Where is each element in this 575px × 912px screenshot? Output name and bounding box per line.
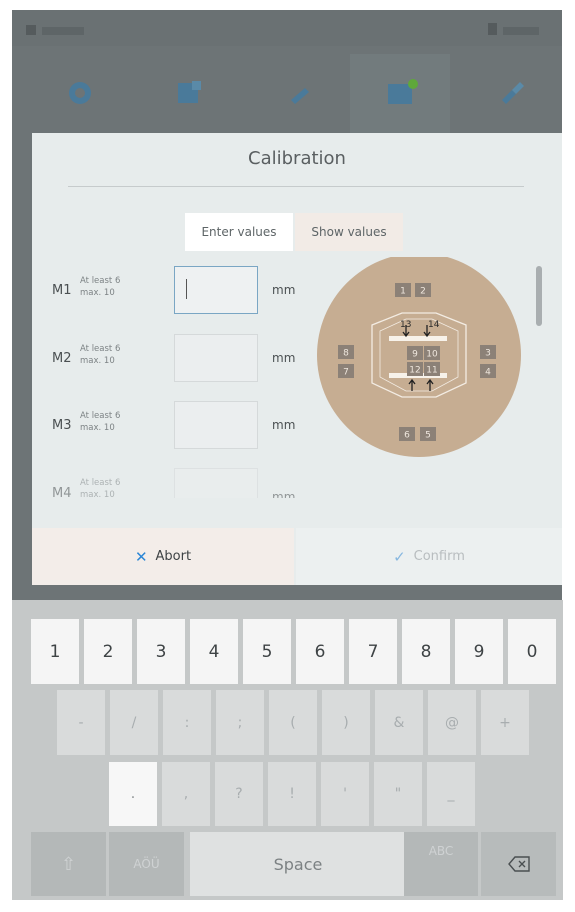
key-6[interactable]: 6 bbox=[296, 619, 344, 684]
backspace-icon bbox=[507, 856, 530, 872]
confirm-button[interactable]: ✓ Confirm bbox=[296, 528, 562, 585]
m3-label: M3 bbox=[52, 418, 72, 433]
link-icon bbox=[502, 82, 524, 104]
key-punct-4[interactable]: ' bbox=[321, 762, 369, 826]
m4-input[interactable] bbox=[174, 468, 258, 498]
dialog-title: Calibration bbox=[248, 148, 346, 169]
scrollbar[interactable] bbox=[536, 266, 542, 326]
m4-unit: mm bbox=[272, 490, 296, 498]
abort-button[interactable]: ✕ Abort bbox=[32, 528, 294, 585]
key-symbol-6[interactable]: & bbox=[375, 690, 423, 755]
tab-show-values[interactable]: Show values bbox=[295, 213, 403, 251]
nav-item-settings[interactable] bbox=[30, 54, 130, 138]
on-screen-keyboard: 1 2 3 4 5 6 7 8 9 0 - /:;() & @ +.,?! ' " _ ⇧ AÖÜ Space ABC bbox=[12, 600, 563, 900]
key-5[interactable]: 5 bbox=[243, 619, 291, 684]
m1-hint: At least 6 max. 10 bbox=[80, 276, 121, 298]
measurement-row-m4: M4 At least 6 max. 10 mm bbox=[32, 468, 312, 498]
point-label-p8: 8 bbox=[343, 349, 349, 359]
title-divider bbox=[68, 186, 524, 187]
shift-key[interactable]: ⇧ bbox=[31, 832, 106, 896]
key-symbol-1[interactable]: / bbox=[110, 690, 158, 755]
umlaut-key[interactable]: AÖÜ bbox=[109, 832, 184, 896]
nav-item-link[interactable] bbox=[462, 54, 562, 138]
network-icon bbox=[26, 25, 36, 35]
nav-item-tool[interactable] bbox=[250, 54, 350, 138]
point-label-p3: 3 bbox=[485, 349, 491, 359]
point-label-p10: 10 bbox=[426, 350, 438, 360]
m1-unit: mm bbox=[272, 283, 296, 297]
m2-input[interactable] bbox=[174, 334, 258, 382]
point-label-p1: 1 bbox=[400, 287, 406, 297]
key-8[interactable]: 8 bbox=[402, 619, 450, 684]
network-label bbox=[42, 26, 84, 35]
nav-item-edit[interactable] bbox=[140, 54, 240, 138]
measurement-row-m3: M3 At least 6 max. 10 mm bbox=[32, 401, 312, 451]
measurement-row-m1: M1 At least 6 max. 10 mm bbox=[32, 266, 312, 316]
key-symbol-3[interactable]: ; bbox=[216, 690, 264, 755]
abc-key[interactable]: ABC bbox=[404, 832, 478, 896]
key-punct-5[interactable]: " bbox=[374, 762, 422, 826]
point-label-p5: 5 bbox=[425, 431, 431, 441]
calibration-icon bbox=[388, 79, 418, 104]
point-label-p11: 11 bbox=[426, 366, 437, 376]
nav-item-calibration[interactable] bbox=[350, 54, 450, 138]
key-9[interactable]: 9 bbox=[455, 619, 503, 684]
m3-hint: At least 6 max. 10 bbox=[80, 411, 121, 433]
measurement-row-m2: M2 At least 6 max. 10 mm bbox=[32, 334, 312, 384]
m2-label: M2 bbox=[52, 351, 72, 366]
measure-bar-top bbox=[389, 336, 447, 341]
key-punct-6[interactable]: _ bbox=[427, 762, 475, 826]
m2-unit: mm bbox=[272, 351, 296, 365]
key-symbol-5[interactable]: ) bbox=[322, 690, 370, 755]
battery-icon bbox=[488, 23, 497, 35]
key-punct-3[interactable]: ! bbox=[268, 762, 316, 826]
calibration-dialog: Calibration Enter values Show values M1 … bbox=[32, 133, 562, 585]
status-bar bbox=[12, 10, 562, 46]
m4-label: M4 bbox=[52, 486, 72, 498]
key-symbol-0[interactable]: - bbox=[57, 690, 105, 755]
key-symbol-8[interactable]: + bbox=[481, 690, 529, 755]
tab-enter-values[interactable]: Enter values bbox=[185, 213, 293, 251]
check-icon: ✓ bbox=[393, 547, 406, 566]
point-label-p2: 2 bbox=[420, 287, 426, 297]
edit-icon bbox=[178, 81, 201, 103]
measurement-diagram: 1 2345678 9 101112 13 14 bbox=[317, 257, 521, 457]
m4-hint: At least 6 max. 10 bbox=[80, 478, 121, 498]
close-icon: ✕ bbox=[134, 547, 148, 566]
key-symbol-2[interactable]: : bbox=[163, 690, 211, 755]
m1-label: M1 bbox=[52, 283, 72, 298]
point-label-p14: 14 bbox=[428, 320, 440, 330]
point-label-p6: 6 bbox=[404, 431, 410, 441]
key-2[interactable]: 2 bbox=[84, 619, 132, 684]
point-label-p9: 9 bbox=[412, 350, 418, 360]
backspace-key[interactable] bbox=[481, 832, 556, 896]
point-label-p4: 4 bbox=[485, 368, 491, 378]
clock-label bbox=[503, 26, 539, 35]
key-1[interactable]: 1 bbox=[31, 619, 79, 684]
key-4[interactable]: 4 bbox=[190, 619, 238, 684]
key-0[interactable]: 0 bbox=[508, 619, 556, 684]
point-label-p7: 7 bbox=[343, 368, 349, 378]
key-3[interactable]: 3 bbox=[137, 619, 185, 684]
text-caret bbox=[186, 279, 187, 299]
tool-icon bbox=[291, 88, 309, 104]
m2-hint: At least 6 max. 10 bbox=[80, 344, 121, 366]
m3-input[interactable] bbox=[174, 401, 258, 449]
space-key[interactable]: Space bbox=[190, 832, 406, 896]
key-symbol-7[interactable]: @ bbox=[428, 690, 476, 755]
shift-icon: ⇧ bbox=[60, 853, 77, 875]
main-navigation bbox=[12, 54, 562, 138]
gear-icon bbox=[69, 82, 91, 104]
key-punct-2[interactable]: ? bbox=[215, 762, 263, 826]
key-punct-1[interactable]: , bbox=[162, 762, 210, 826]
point-label-p12: 12 bbox=[409, 366, 420, 376]
point-label-p13: 13 bbox=[400, 320, 411, 330]
key-symbol-4[interactable]: ( bbox=[269, 690, 317, 755]
key-7[interactable]: 7 bbox=[349, 619, 397, 684]
m3-unit: mm bbox=[272, 418, 296, 432]
key-punct-0[interactable]: . bbox=[109, 762, 157, 826]
